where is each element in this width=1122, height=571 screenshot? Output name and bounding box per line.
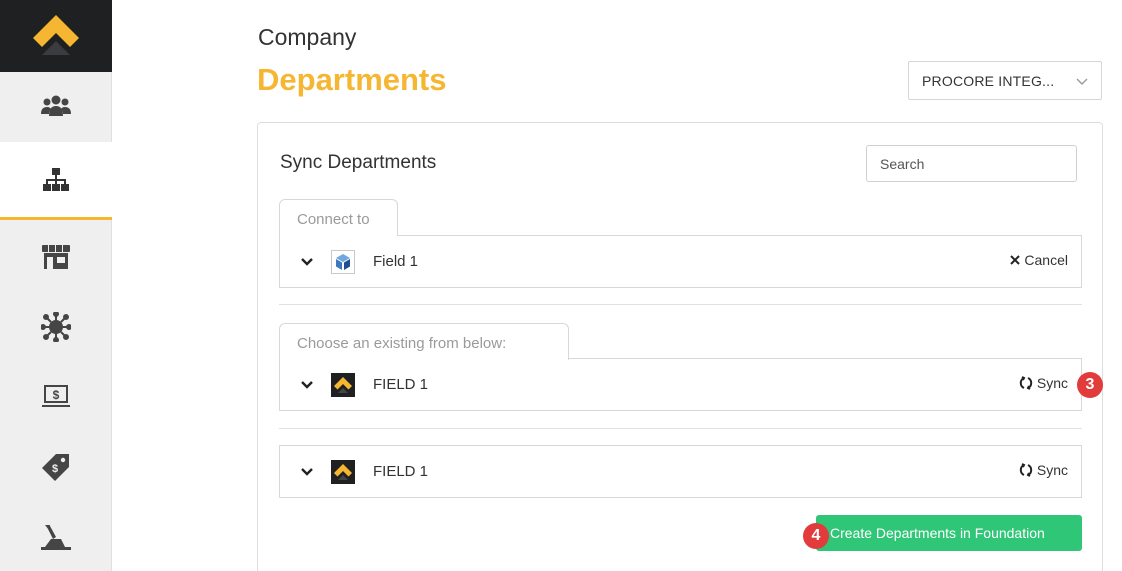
- price-tag-icon: $: [42, 454, 69, 481]
- org-chart-icon: [43, 167, 69, 191]
- sync-label: Sync: [1036, 375, 1068, 391]
- tab-choose-existing: Choose an existing from below:: [279, 323, 569, 360]
- card-title: Sync Departments: [280, 152, 437, 173]
- svg-text:$: $: [53, 388, 60, 402]
- integration-select-value: PROCORE INTEG...: [922, 72, 1055, 89]
- sidebar-item-equipment[interactable]: [0, 502, 112, 571]
- sidebar-item-pricing[interactable]: $: [0, 432, 112, 502]
- tab-connect-to: Connect to: [279, 199, 398, 236]
- excavator-icon: [41, 525, 71, 550]
- sync-button[interactable]: Sync: [1019, 462, 1068, 478]
- sidebar-item-network[interactable]: [0, 292, 112, 362]
- existing-row-2[interactable]: FIELD 1 Sync: [279, 445, 1082, 498]
- monitor-dollar-icon: $: [42, 385, 70, 407]
- close-icon: [1010, 255, 1021, 265]
- step-badge-4: 4: [803, 523, 829, 549]
- sidebar-item-departments[interactable]: [0, 142, 112, 220]
- foundation-logo-icon: [331, 373, 355, 397]
- search-input[interactable]: [866, 145, 1077, 182]
- chevron-down-icon[interactable]: [300, 466, 314, 478]
- foundation-logo-icon: [331, 460, 355, 484]
- cancel-label: Cancel: [1024, 252, 1068, 268]
- cancel-button[interactable]: Cancel: [1010, 252, 1068, 268]
- cube-icon: [331, 250, 355, 274]
- sync-label: Sync: [1036, 462, 1068, 478]
- integration-select[interactable]: PROCORE INTEG...: [908, 61, 1102, 100]
- svg-text:$: $: [52, 463, 58, 475]
- chevron-down-icon: [1076, 78, 1088, 85]
- app-logo[interactable]: [0, 0, 112, 72]
- sidebar-item-storefront[interactable]: [0, 222, 112, 292]
- connect-row[interactable]: Field 1 Cancel: [279, 235, 1082, 288]
- foundation-logo-icon: [33, 15, 79, 55]
- page-title: Departments: [257, 62, 447, 97]
- sync-icon: [1019, 463, 1033, 477]
- network-dollar-icon: [41, 312, 71, 342]
- breadcrumb-company: Company: [258, 24, 357, 50]
- sidebar-item-billing[interactable]: $: [0, 362, 112, 432]
- storefront-icon: [42, 245, 70, 269]
- sidebar: $ $: [0, 0, 112, 571]
- chevron-down-icon[interactable]: [300, 256, 314, 268]
- sync-button[interactable]: Sync: [1019, 375, 1068, 391]
- chevron-down-icon[interactable]: [300, 379, 314, 391]
- existing-row-1-label: FIELD 1: [373, 376, 429, 393]
- sync-icon: [1019, 376, 1033, 390]
- divider: [279, 428, 1082, 429]
- users-icon: [41, 95, 71, 116]
- step-badge-3: 3: [1077, 372, 1103, 398]
- existing-row-1[interactable]: FIELD 1 Sync: [279, 358, 1082, 411]
- existing-row-2-label: FIELD 1: [373, 463, 429, 480]
- connect-row-label: Field 1: [373, 253, 419, 270]
- create-departments-button[interactable]: Create Departments in Foundation: [816, 515, 1082, 551]
- sidebar-item-users[interactable]: [0, 72, 112, 142]
- divider: [279, 304, 1082, 305]
